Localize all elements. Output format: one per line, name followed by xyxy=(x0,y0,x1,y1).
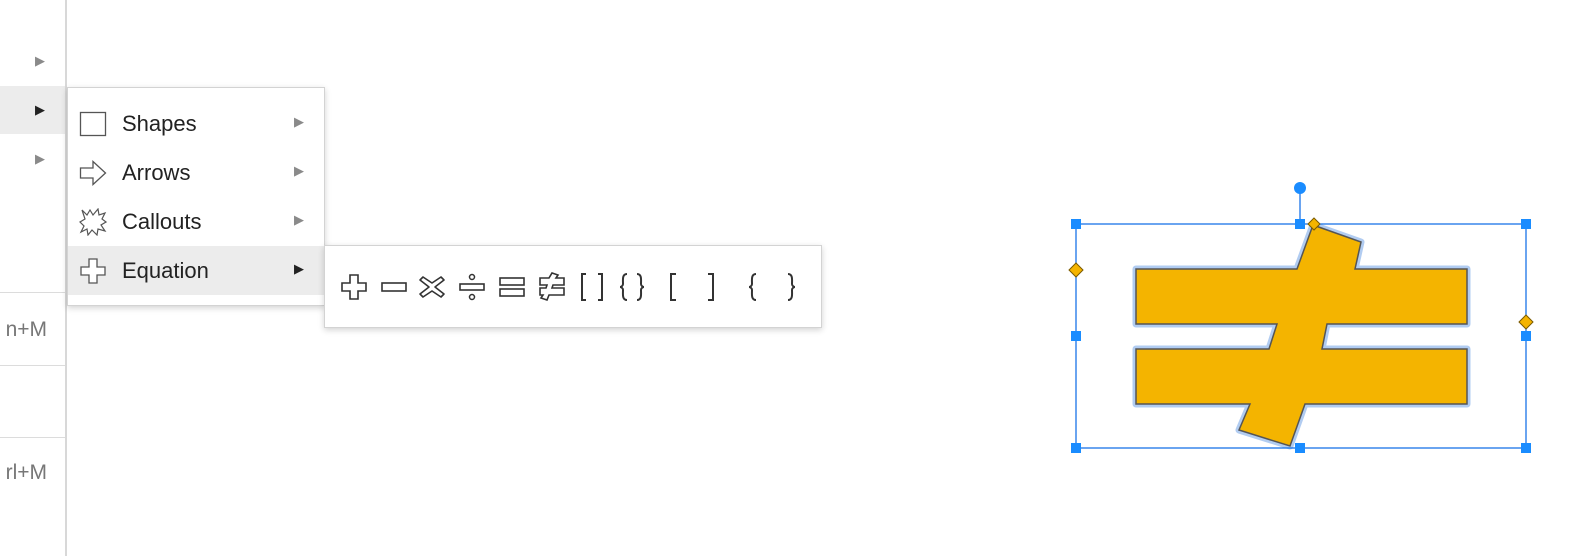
resize-handle-s[interactable] xyxy=(1295,443,1305,453)
shortcut-label: n+M xyxy=(5,318,47,341)
submenu-arrow-icon: ▶ xyxy=(294,114,304,129)
resize-handle-sw[interactable] xyxy=(1071,443,1081,453)
parent-menu-item-insert[interactable]: ▶ xyxy=(0,86,65,134)
adjust-handle-left[interactable] xyxy=(1068,262,1084,278)
resize-handle-nw[interactable] xyxy=(1071,219,1081,229)
double-bracket-icon[interactable] xyxy=(576,270,608,304)
shortcut-label: rl+M xyxy=(5,461,47,484)
submenu-item-shapes[interactable]: Shapes ▶ xyxy=(68,99,324,148)
not-equal-icon[interactable] xyxy=(536,270,568,304)
explosion-icon xyxy=(79,208,107,236)
resize-handle-w[interactable] xyxy=(1071,331,1081,341)
right-bracket-icon[interactable] xyxy=(696,270,728,304)
parent-menu-item[interactable]: ▶ xyxy=(0,135,65,183)
parent-menu-item[interactable]: ▶ xyxy=(0,37,65,85)
right-brace-icon[interactable] xyxy=(776,270,808,304)
equation-palette xyxy=(324,245,822,328)
submenu-arrow-icon: ▶ xyxy=(35,102,45,117)
resize-handle-se[interactable] xyxy=(1521,443,1531,453)
multiply-icon[interactable] xyxy=(416,270,448,304)
double-brace-icon[interactable] xyxy=(616,270,648,304)
equal-icon[interactable] xyxy=(496,270,528,304)
canvas-not-equal-shape[interactable] xyxy=(1050,170,1570,470)
left-brace-icon[interactable] xyxy=(736,270,768,304)
menu-divider xyxy=(0,292,65,293)
menu-divider xyxy=(0,365,65,366)
resize-handle-ne[interactable] xyxy=(1521,219,1531,229)
submenu-item-label: Callouts xyxy=(122,209,202,234)
not-equal-shape[interactable] xyxy=(1135,224,1468,447)
submenu-item-callouts[interactable]: Callouts ▶ xyxy=(68,197,324,246)
resize-handle-n[interactable] xyxy=(1295,219,1305,229)
divide-icon[interactable] xyxy=(456,270,488,304)
submenu-arrow-icon: ▶ xyxy=(294,261,304,276)
adjust-handle-right[interactable] xyxy=(1518,314,1534,330)
submenu-arrow-icon: ▶ xyxy=(294,163,304,178)
submenu-arrow-icon: ▶ xyxy=(35,151,45,166)
rotation-handle[interactable] xyxy=(1294,182,1306,194)
submenu-arrow-icon: ▶ xyxy=(294,212,304,227)
rectangle-icon xyxy=(79,111,107,137)
arrow-right-icon xyxy=(79,160,107,186)
parent-menu: ▶ ▶ ▶ n+M rl+M xyxy=(0,0,67,556)
resize-handle-e[interactable] xyxy=(1521,331,1531,341)
submenu-arrow-icon: ▶ xyxy=(35,53,45,68)
page: ▶ ▶ ▶ n+M rl+M Shapes ▶ Arrows ▶ Callout… xyxy=(0,0,1589,556)
submenu-item-label: Shapes xyxy=(122,111,197,136)
left-bracket-icon[interactable] xyxy=(656,270,688,304)
shape-submenu: Shapes ▶ Arrows ▶ Callouts ▶ Equation ▶ xyxy=(67,87,325,306)
submenu-item-arrows[interactable]: Arrows ▶ xyxy=(68,148,324,197)
submenu-item-label: Arrows xyxy=(122,160,191,185)
plus-icon xyxy=(80,258,106,284)
menu-divider xyxy=(0,437,65,438)
plus-icon[interactable] xyxy=(338,270,370,304)
submenu-item-equation[interactable]: Equation ▶ xyxy=(68,246,324,295)
minus-icon[interactable] xyxy=(378,270,410,304)
submenu-item-label: Equation xyxy=(122,258,209,283)
